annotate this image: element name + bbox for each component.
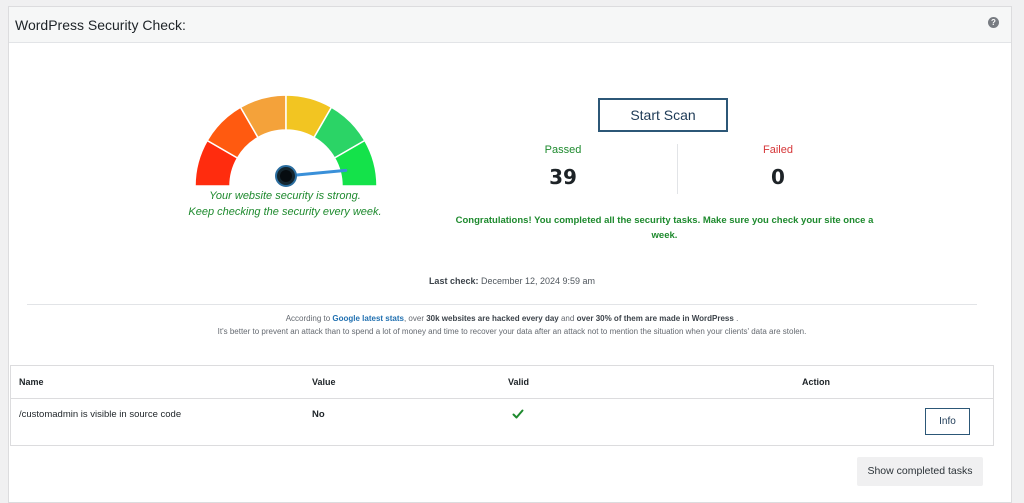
start-scan-button[interactable]: Start Scan (598, 98, 728, 132)
info-part2: , over (403, 314, 424, 323)
info-part4: . (736, 314, 739, 323)
passed-label: Passed (544, 144, 582, 156)
stats-divider (677, 144, 678, 194)
column-header-name: Name (19, 377, 44, 387)
security-gauge (194, 94, 378, 187)
row-value: No (312, 409, 325, 420)
google-stats-link[interactable]: Google latest stats (332, 314, 404, 323)
info-bold1: 30k websites are hacked every day (426, 314, 559, 323)
table-header-row: Name Value Valid Action (11, 366, 993, 399)
gauge-message-line1: Your website security is strong. (209, 190, 361, 202)
column-header-valid: Valid (508, 377, 530, 387)
panel-header: WordPress Security Check: ? (9, 7, 1011, 43)
security-tasks-table: Name Value Valid Action /customadmin is … (10, 365, 994, 446)
info-button[interactable]: Info (925, 408, 970, 435)
checkmark-icon (512, 409, 524, 419)
failed-count: 0 (771, 165, 785, 189)
column-header-value: Value (312, 377, 336, 387)
gauge-message: Your website security is strong. Keep ch… (180, 188, 390, 220)
last-check-label: Last check: (428, 276, 479, 286)
gauge-message-line2: Keep checking the security every week. (188, 206, 382, 218)
prevention-info-line: It's better to prevent an attack than to… (217, 327, 807, 336)
stats-info-line: According to Google latest stats, over 3… (0, 314, 1024, 323)
help-icon[interactable]: ? (988, 17, 999, 28)
section-divider (27, 304, 977, 305)
congrats-message: Congratulations! You completed all the s… (455, 215, 874, 241)
column-header-action: Action (802, 377, 830, 387)
show-completed-tasks-button[interactable]: Show completed tasks (857, 457, 983, 486)
last-check-value: December 12, 2024 9:59 am (480, 276, 596, 286)
failed-label: Failed (763, 144, 793, 156)
last-check: Last check: December 12, 2024 9:59 am (0, 276, 1024, 286)
row-name: /customadmin is visible in source code (19, 409, 182, 420)
panel-title: WordPress Security Check: (15, 17, 186, 33)
info-part1: According to (285, 314, 331, 323)
passed-count: 39 (549, 165, 577, 189)
info-part3: and (560, 314, 575, 323)
gauge-hub-inner (280, 170, 292, 182)
info-bold2: over 30% of them are made in WordPress (576, 314, 734, 323)
